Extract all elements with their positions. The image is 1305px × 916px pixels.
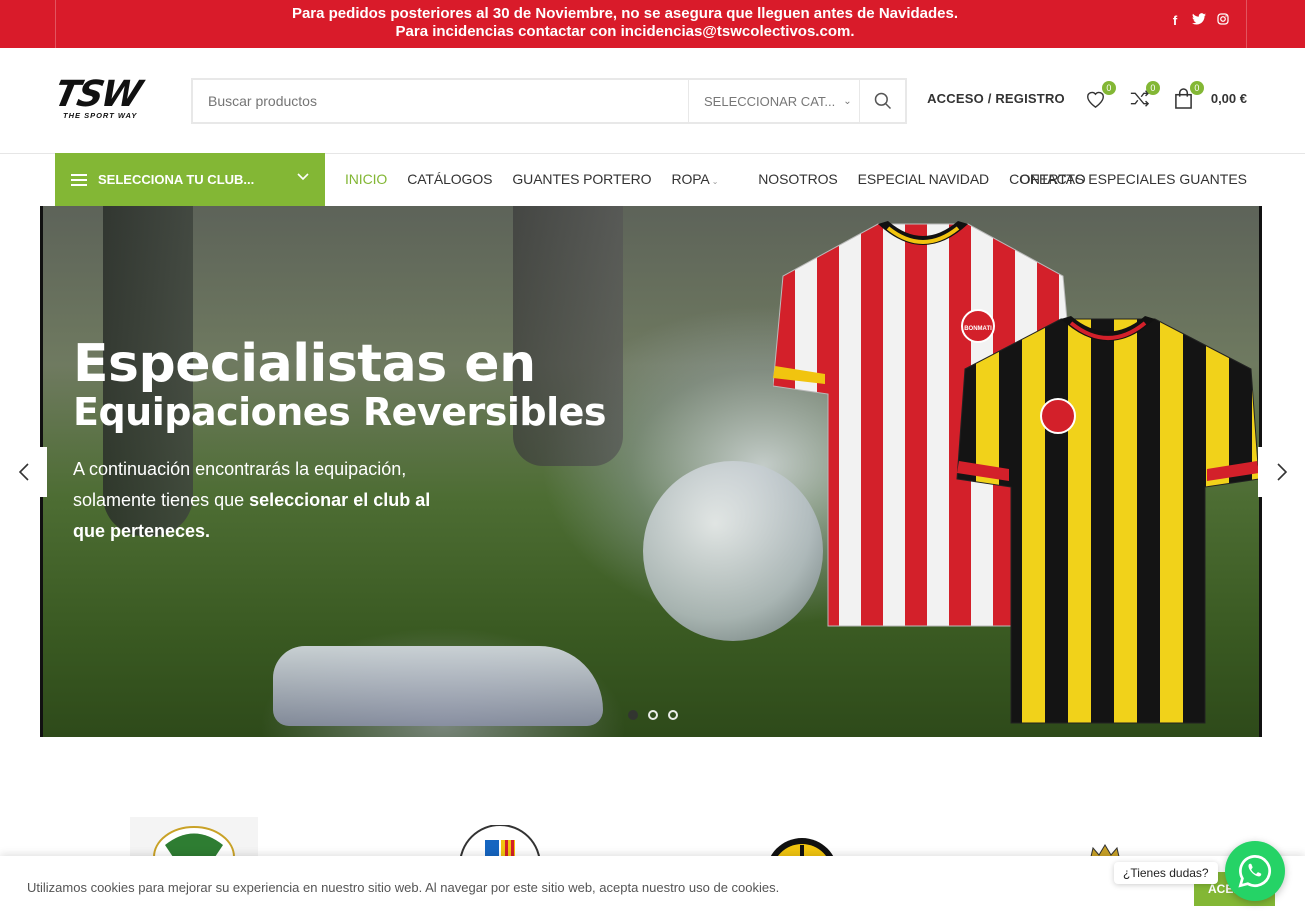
club-logo-2[interactable]	[455, 825, 545, 860]
logo-mark: TSW	[50, 74, 144, 115]
compare-count: 0	[1145, 81, 1160, 95]
cookie-notice-text: Utilizamos cookies para mejorar su exper…	[27, 880, 780, 895]
chevron-down-icon	[297, 170, 309, 184]
twitter-icon[interactable]	[1192, 13, 1206, 28]
social-links: f	[1168, 13, 1230, 28]
category-select-label: SELECCIONAR CAT...	[704, 93, 836, 109]
hamburger-icon	[71, 171, 87, 189]
hero-background-boot	[273, 646, 603, 726]
slider-prev-button[interactable]	[0, 447, 47, 497]
chevron-down-icon: ⌄	[711, 177, 719, 186]
slider-next-button[interactable]	[1258, 447, 1305, 497]
cart-button[interactable]: 0	[1173, 81, 1204, 109]
slider-dot-3[interactable]	[668, 710, 678, 720]
announcement-line-1: Para pedidos posteriores al 30 de Noviem…	[291, 5, 959, 22]
chevron-down-icon: ⌄	[843, 95, 852, 107]
announcement-line-2: Para incidencias contactar con incidenci…	[395, 23, 855, 40]
search-form: SELECCIONAR CAT... ⌄	[191, 78, 907, 124]
nav-item-ropa[interactable]: ROPA ⌄	[671, 171, 738, 187]
site-header: TSW THE SPORT WAY SELECCIONAR CAT... ⌄ A…	[0, 48, 1305, 154]
search-button[interactable]	[859, 80, 905, 122]
hero-slider: Especialistas en Equipaciones Reversible…	[40, 206, 1262, 737]
main-navigation: SELECCIONA TU CLUB... INICIO CATÁLOGOS G…	[0, 153, 1305, 206]
nav-item-catalogos[interactable]: CATÁLOGOS	[407, 171, 492, 187]
site-logo[interactable]: TSW THE SPORT WAY	[50, 74, 175, 120]
club-logo-1[interactable]	[130, 817, 260, 857]
chevron-left-icon	[18, 463, 29, 481]
announcement-text: Para pedidos posteriores al 30 de Noviem…	[0, 5, 1250, 41]
whatsapp-icon	[1238, 855, 1271, 888]
nav-menu: INICIO CATÁLOGOS GUANTES PORTERO ROPA ⌄ N…	[345, 171, 1106, 187]
instagram-icon[interactable]	[1216, 13, 1230, 28]
cart-count: 0	[1189, 81, 1204, 95]
club-selector-label: SELECCIONA TU CLUB...	[98, 172, 255, 187]
search-icon	[874, 92, 891, 110]
cart-total[interactable]: 0,00 €	[1211, 91, 1247, 106]
header-tools: ACCESO / REGISTRO 0 0 0 0,00 €	[927, 81, 1247, 109]
chevron-right-icon	[1276, 463, 1287, 481]
hero-title-line-1: Especialistas en	[73, 334, 536, 394]
nav-item-guantes-portero[interactable]: GUANTES PORTERO	[512, 171, 651, 187]
whatsapp-tooltip[interactable]: ¿Tienes dudas?	[1114, 862, 1218, 884]
account-link[interactable]: ACCESO / REGISTRO	[927, 91, 1065, 106]
announcement-bar: Para pedidos posteriores al 30 de Noviem…	[0, 0, 1305, 48]
club-selector[interactable]: SELECCIONA TU CLUB...	[55, 153, 325, 206]
hero-title-line-2: Equipaciones Reversibles	[73, 390, 607, 434]
wishlist-button[interactable]: 0	[1085, 81, 1116, 109]
nav-item-nosotros[interactable]: NOSOTROS	[758, 171, 837, 187]
nav-item-ofertas-guantes[interactable]: OFERTAS ESPECIALES GUANTES	[1020, 171, 1247, 187]
whatsapp-button[interactable]	[1225, 841, 1285, 901]
nav-item-especial-navidad[interactable]: ESPECIAL NAVIDAD	[858, 171, 990, 187]
hero-description: A continuación encontrarás la equipación…	[73, 454, 453, 547]
cookie-notice: Utilizamos cookies para mejorar su exper…	[0, 856, 1305, 916]
wishlist-count: 0	[1101, 81, 1116, 95]
nav-item-inicio[interactable]: INICIO	[345, 171, 387, 187]
category-select[interactable]: SELECCIONAR CAT... ⌄	[688, 80, 859, 122]
facebook-icon[interactable]: f	[1168, 13, 1182, 28]
slider-dot-1[interactable]	[628, 710, 638, 720]
jersey-black-yellow-image	[956, 316, 1259, 724]
search-input[interactable]	[193, 80, 688, 122]
slider-dot-2[interactable]	[648, 710, 658, 720]
compare-button[interactable]: 0	[1129, 81, 1160, 109]
slider-pagination	[628, 710, 678, 720]
nav-item-ropa-label: ROPA	[671, 171, 710, 187]
